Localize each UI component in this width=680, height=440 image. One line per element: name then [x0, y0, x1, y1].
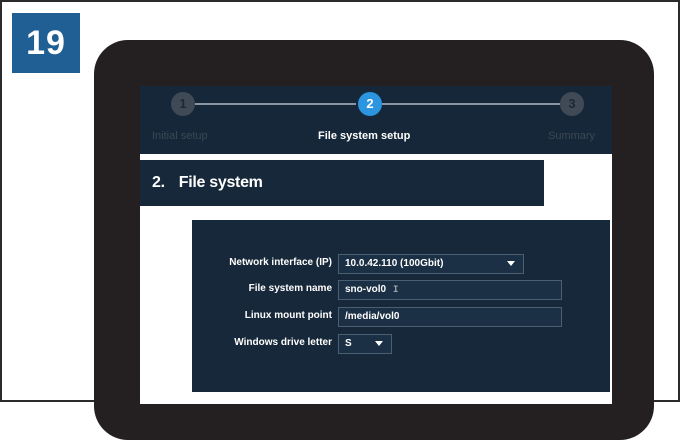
tablet-screen: 1 2 3 Initial setup File system setup Su…: [140, 86, 612, 404]
step-number-badge: 19: [12, 13, 80, 73]
figure-frame: 19 1 2 3 Initial setup File system setup…: [0, 0, 680, 440]
step-2-circle[interactable]: 2: [358, 92, 382, 116]
linux-mount-point-row: Linux mount point /media/vol0: [192, 307, 610, 327]
windows-drive-letter-label: Windows drive letter: [234, 337, 332, 348]
file-system-name-label: File system name: [248, 283, 332, 294]
step-2-label[interactable]: File system setup: [318, 130, 410, 142]
progress-connector: [382, 103, 560, 105]
linux-mount-point-input[interactable]: /media/vol0: [338, 307, 562, 327]
step-1-circle[interactable]: 1: [171, 92, 195, 116]
file-system-name-row: File system name sno-vol0 I: [192, 280, 610, 300]
wizard-progress-bar: 1 2 3 Initial setup File system setup Su…: [140, 86, 612, 154]
network-interface-label: Network interface (IP): [229, 257, 332, 268]
linux-mount-point-label: Linux mount point: [244, 310, 332, 321]
windows-drive-letter-row: Windows drive letter S: [192, 334, 610, 354]
network-interface-row: Network interface (IP) 10.0.42.110 (100G…: [192, 254, 610, 274]
file-system-name-value: sno-vol0: [345, 284, 387, 295]
file-system-form: Network interface (IP) 10.0.42.110 (100G…: [192, 220, 610, 392]
step-1-label[interactable]: Initial setup: [152, 130, 208, 142]
windows-drive-letter-value: S: [345, 338, 352, 349]
step-3-circle[interactable]: 3: [560, 92, 584, 116]
progress-connector: [195, 103, 356, 105]
step-3-label[interactable]: Summary: [548, 130, 595, 142]
chevron-down-icon: [507, 261, 515, 266]
file-system-name-input[interactable]: sno-vol0 I: [338, 280, 562, 300]
text-cursor-icon: I: [393, 285, 399, 295]
section-title: File system: [178, 174, 263, 191]
chevron-down-icon: [375, 341, 383, 346]
network-interface-select[interactable]: 10.0.42.110 (100Gbit): [338, 254, 524, 274]
linux-mount-point-value: /media/vol0: [345, 311, 400, 322]
section-number: 2.: [152, 174, 165, 191]
network-interface-value: 10.0.42.110 (100Gbit): [345, 258, 444, 269]
windows-drive-letter-select[interactable]: S: [338, 334, 392, 354]
section-header: 2. File system: [140, 160, 544, 206]
